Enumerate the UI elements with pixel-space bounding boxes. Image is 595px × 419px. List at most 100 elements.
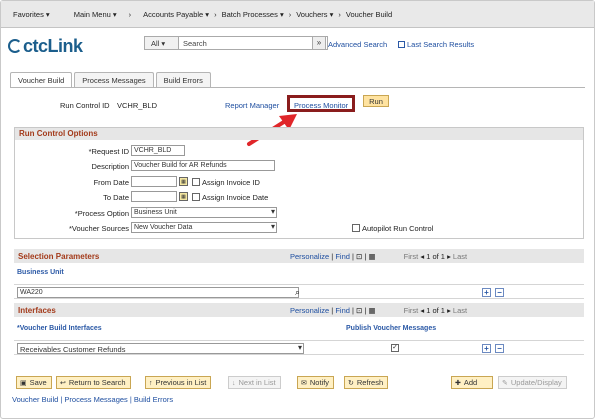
footer-process-messages-link[interactable]: Process Messages bbox=[64, 395, 127, 404]
search-scope-select[interactable]: All ▾ bbox=[145, 37, 179, 49]
breadcrumb-batch-processes[interactable]: Batch Processes ▾ bbox=[222, 10, 284, 19]
tab-voucher-build[interactable]: Voucher Build bbox=[10, 72, 73, 87]
voucher-sources-select[interactable]: New Voucher Data bbox=[131, 222, 277, 233]
previous-icon: ↑ bbox=[149, 380, 153, 387]
breadcrumb-sep-2: › bbox=[214, 9, 217, 19]
interfaces-count: 1 of 1 bbox=[426, 306, 445, 315]
update-display-button[interactable]: ✎ Update/Display bbox=[498, 376, 567, 389]
main-menu[interactable]: Main Menu ▾ bbox=[74, 10, 117, 19]
selection-view-all-icon[interactable]: ⊡ bbox=[356, 252, 362, 261]
previous-in-list-button[interactable]: ↑ Previous in List bbox=[145, 376, 212, 389]
selection-count: 1 of 1 bbox=[426, 252, 445, 261]
business-unit-lookup-icon[interactable]: ⌕ bbox=[295, 287, 300, 298]
assign-invoice-id-checkbox[interactable] bbox=[192, 178, 200, 186]
to-date-calendar-icon[interactable]: ▦ bbox=[179, 192, 188, 201]
favorites-label: Favorites bbox=[13, 9, 44, 19]
logo: ctcLink bbox=[8, 36, 83, 57]
add-button[interactable]: ✚ Add bbox=[451, 376, 493, 389]
selection-last-label: Last bbox=[452, 252, 468, 261]
interfaces-title: Interfaces bbox=[18, 306, 56, 315]
save-button[interactable]: ▣ Save bbox=[16, 376, 52, 389]
run-control-options-title: Run Control Options bbox=[15, 128, 583, 140]
business-unit-field[interactable]: WA220 bbox=[17, 287, 299, 298]
voucher-build-interface-value: Receivables Customer Refunds bbox=[20, 345, 126, 354]
tab-strip: Voucher Build Process Messages Build Err… bbox=[10, 72, 213, 87]
search-go-icon[interactable]: » bbox=[312, 36, 326, 50]
to-date-field[interactable] bbox=[131, 191, 177, 202]
to-date-label: To Date bbox=[103, 193, 129, 202]
process-option-label: *Process Option bbox=[74, 209, 129, 218]
interfaces-first-label: First bbox=[403, 306, 419, 315]
voucher-sources-label: *Voucher Sources bbox=[68, 224, 129, 233]
interfaces-delete-row-icon[interactable]: − bbox=[495, 344, 504, 353]
interfaces-last-label: Last bbox=[452, 306, 468, 315]
description-field[interactable]: Voucher Build for AR Refunds bbox=[131, 160, 275, 171]
next-label: Next in List bbox=[238, 378, 276, 387]
selection-delete-row-icon[interactable]: − bbox=[495, 288, 504, 297]
autopilot-label: Autopilot Run Control bbox=[362, 224, 434, 233]
return-label: Return to Search bbox=[68, 378, 126, 387]
refresh-icon: ↻ bbox=[348, 380, 354, 387]
footer-voucher-build-link[interactable]: Voucher Build bbox=[12, 395, 58, 404]
assign-invoice-date-checkbox[interactable] bbox=[192, 193, 200, 201]
run-button[interactable]: Run bbox=[363, 95, 389, 107]
return-icon: ↩ bbox=[60, 380, 66, 387]
footer-build-errors-link[interactable]: Build Errors bbox=[134, 395, 173, 404]
last-search-label: Last Search Results bbox=[407, 40, 475, 49]
save-label: Save bbox=[29, 378, 47, 387]
search-bar: All ▾ Search bbox=[144, 36, 328, 50]
tab-process-messages[interactable]: Process Messages bbox=[74, 72, 154, 87]
breadcrumb-sep-1: › bbox=[128, 9, 132, 19]
breadcrumb-sep-3: › bbox=[288, 9, 292, 19]
process-option-select[interactable]: Business Unit bbox=[131, 207, 277, 218]
from-date-label: From Date bbox=[93, 178, 129, 187]
publish-voucher-messages-checkbox[interactable]: ✓ bbox=[391, 344, 399, 352]
tab-build-errors[interactable]: Build Errors bbox=[155, 72, 211, 87]
breadcrumb-vouchers[interactable]: Vouchers ▾ bbox=[296, 10, 333, 19]
notify-icon: ✉ bbox=[301, 380, 307, 387]
voucher-build-interface-select[interactable]: Receivables Customer Refunds bbox=[17, 343, 304, 354]
search-input[interactable]: Search bbox=[179, 37, 207, 49]
from-date-calendar-icon[interactable]: ▦ bbox=[179, 177, 188, 186]
next-in-list-button[interactable]: ↓ Next in List bbox=[228, 376, 281, 389]
autopilot-checkbox[interactable] bbox=[352, 224, 360, 232]
interfaces-add-row-icon[interactable]: + bbox=[482, 344, 491, 353]
process-option-value: Business Unit bbox=[134, 209, 177, 216]
interfaces-grid-toolbar: Personalize | Find | ⊡ | ▦ First ◂ 1 of … bbox=[290, 306, 468, 315]
selection-prev-icon[interactable]: ◂ bbox=[420, 252, 424, 261]
interfaces-prev-icon[interactable]: ◂ bbox=[420, 306, 424, 315]
notify-button[interactable]: ✉ Notify bbox=[297, 376, 335, 389]
breadcrumb-voucher-build[interactable]: Voucher Build bbox=[346, 10, 392, 19]
interfaces-next-icon[interactable]: ▸ bbox=[447, 306, 451, 315]
last-search-results-link[interactable]: Last Search Results bbox=[398, 40, 474, 49]
breadcrumb-accounts-payable[interactable]: Accounts Payable ▾ bbox=[143, 10, 209, 19]
update-icon: ✎ bbox=[502, 380, 508, 387]
refresh-button[interactable]: ↻ Refresh bbox=[344, 376, 389, 389]
selection-download-icon[interactable]: ▦ bbox=[368, 252, 375, 261]
run-control-id-value: VCHR_BLD bbox=[117, 101, 158, 110]
refresh-label: Refresh bbox=[356, 378, 384, 387]
assign-invoice-date-label: Assign Invoice Date bbox=[202, 193, 269, 202]
publish-voucher-messages-column-header: Publish Voucher Messages bbox=[346, 325, 437, 332]
interfaces-view-all-icon[interactable]: ⊡ bbox=[356, 306, 362, 315]
from-date-field[interactable] bbox=[131, 176, 177, 187]
add-icon: ✚ bbox=[455, 380, 461, 387]
navigation-bar: Favorites ▾ Main Menu ▾ › Accounts Payab… bbox=[1, 1, 594, 28]
interfaces-personalize-link[interactable]: Personalize bbox=[290, 306, 329, 315]
interfaces-find-link[interactable]: Find bbox=[335, 306, 350, 315]
return-to-search-button[interactable]: ↩ Return to Search bbox=[56, 376, 131, 389]
add-label: Add bbox=[463, 378, 478, 387]
advanced-search-link[interactable]: Advanced Search bbox=[328, 40, 387, 49]
next-icon: ↓ bbox=[232, 380, 236, 387]
logo-text: ctcLink bbox=[23, 36, 83, 56]
interfaces-download-icon[interactable]: ▦ bbox=[368, 306, 375, 315]
selection-add-row-icon[interactable]: + bbox=[482, 288, 491, 297]
selection-next-icon[interactable]: ▸ bbox=[447, 252, 451, 261]
description-label: Description bbox=[91, 162, 129, 171]
selection-personalize-link[interactable]: Personalize bbox=[290, 252, 329, 261]
selection-find-link[interactable]: Find bbox=[335, 252, 350, 261]
favorites-menu[interactable]: Favorites ▾ bbox=[13, 10, 50, 19]
request-id-field[interactable]: VCHR_BLD bbox=[131, 145, 185, 156]
tab-underline bbox=[10, 87, 585, 88]
previous-label: Previous in List bbox=[155, 378, 207, 387]
